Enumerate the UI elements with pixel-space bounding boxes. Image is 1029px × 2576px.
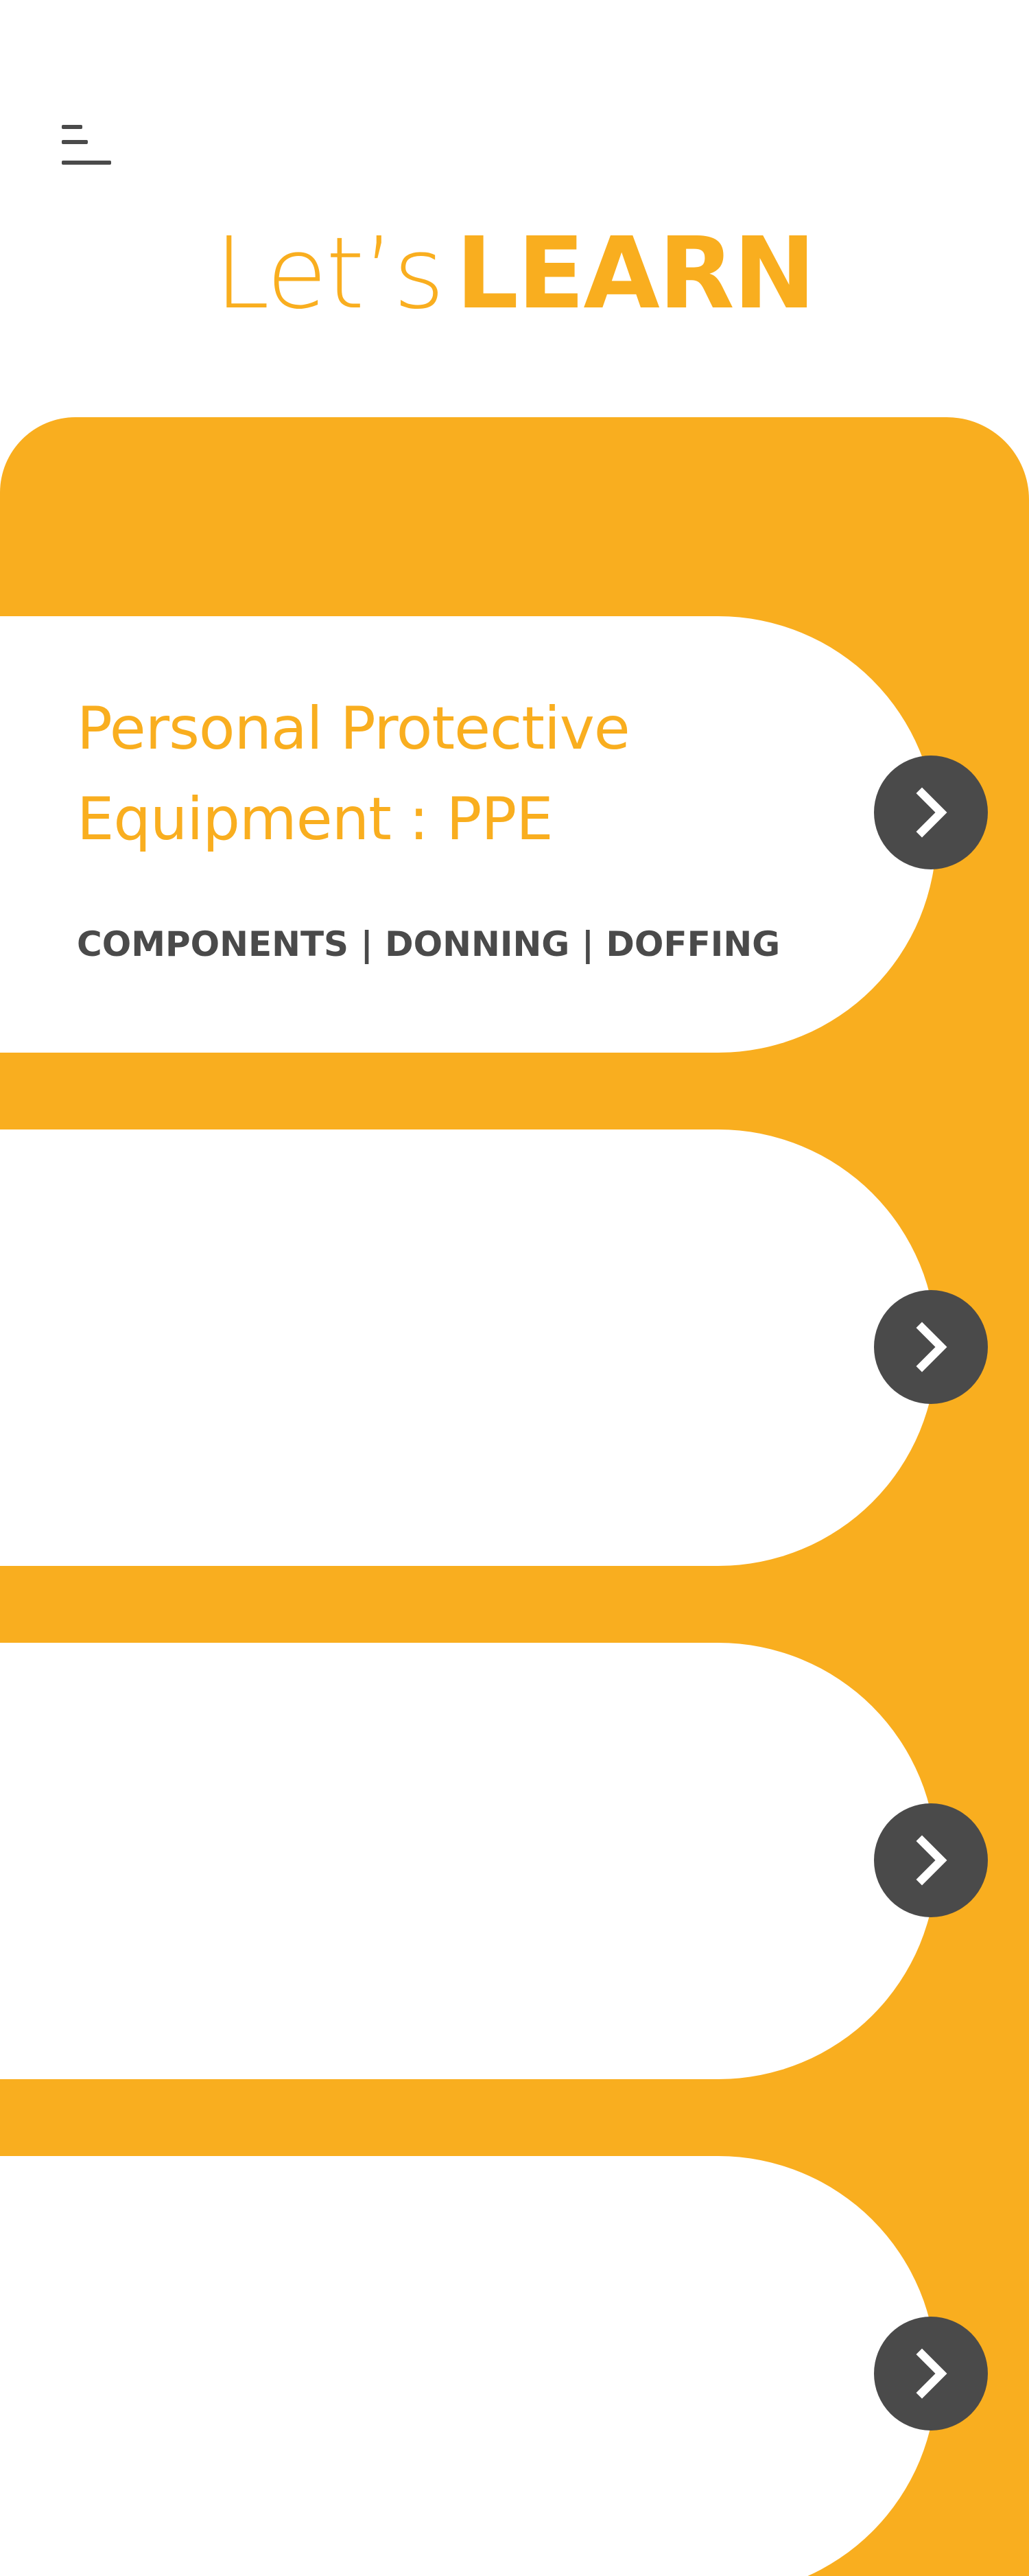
hamburger-menu-icon[interactable]	[58, 121, 115, 169]
menu-line	[62, 140, 88, 144]
open-course-button[interactable]	[874, 756, 988, 869]
course-card-ppe[interactable]: Personal Protective Equipment : PPE COMP…	[0, 616, 936, 1053]
learn-screen: Let’s LEARN Personal Protective Equipment…	[0, 0, 1029, 2576]
menu-line	[62, 125, 82, 129]
chevron-right-icon	[916, 1835, 947, 1886]
open-course-button[interactable]	[874, 2317, 988, 2431]
page-title: Let’s LEARN	[0, 218, 1029, 328]
page-title-light: Let’s	[214, 215, 445, 331]
menu-line	[62, 161, 111, 165]
chevron-right-icon	[916, 2348, 947, 2399]
course-card[interactable]	[0, 1643, 936, 2079]
course-card-title-line: Equipment : PPE	[77, 785, 554, 854]
open-course-button[interactable]	[874, 1803, 988, 1917]
chevron-right-icon	[916, 1322, 947, 1372]
course-card[interactable]	[0, 2156, 936, 2576]
course-card-title: Personal Protective Equipment : PPE	[77, 683, 749, 865]
page-title-bold: LEARN	[456, 215, 816, 331]
open-course-button[interactable]	[874, 1290, 988, 1404]
chevron-right-icon	[916, 787, 947, 838]
course-card-subtitle: COMPONENTS | DONNING | DOFFING	[77, 924, 781, 964]
course-card[interactable]	[0, 1129, 936, 1566]
course-card-title-line: Personal Protective	[77, 694, 630, 763]
